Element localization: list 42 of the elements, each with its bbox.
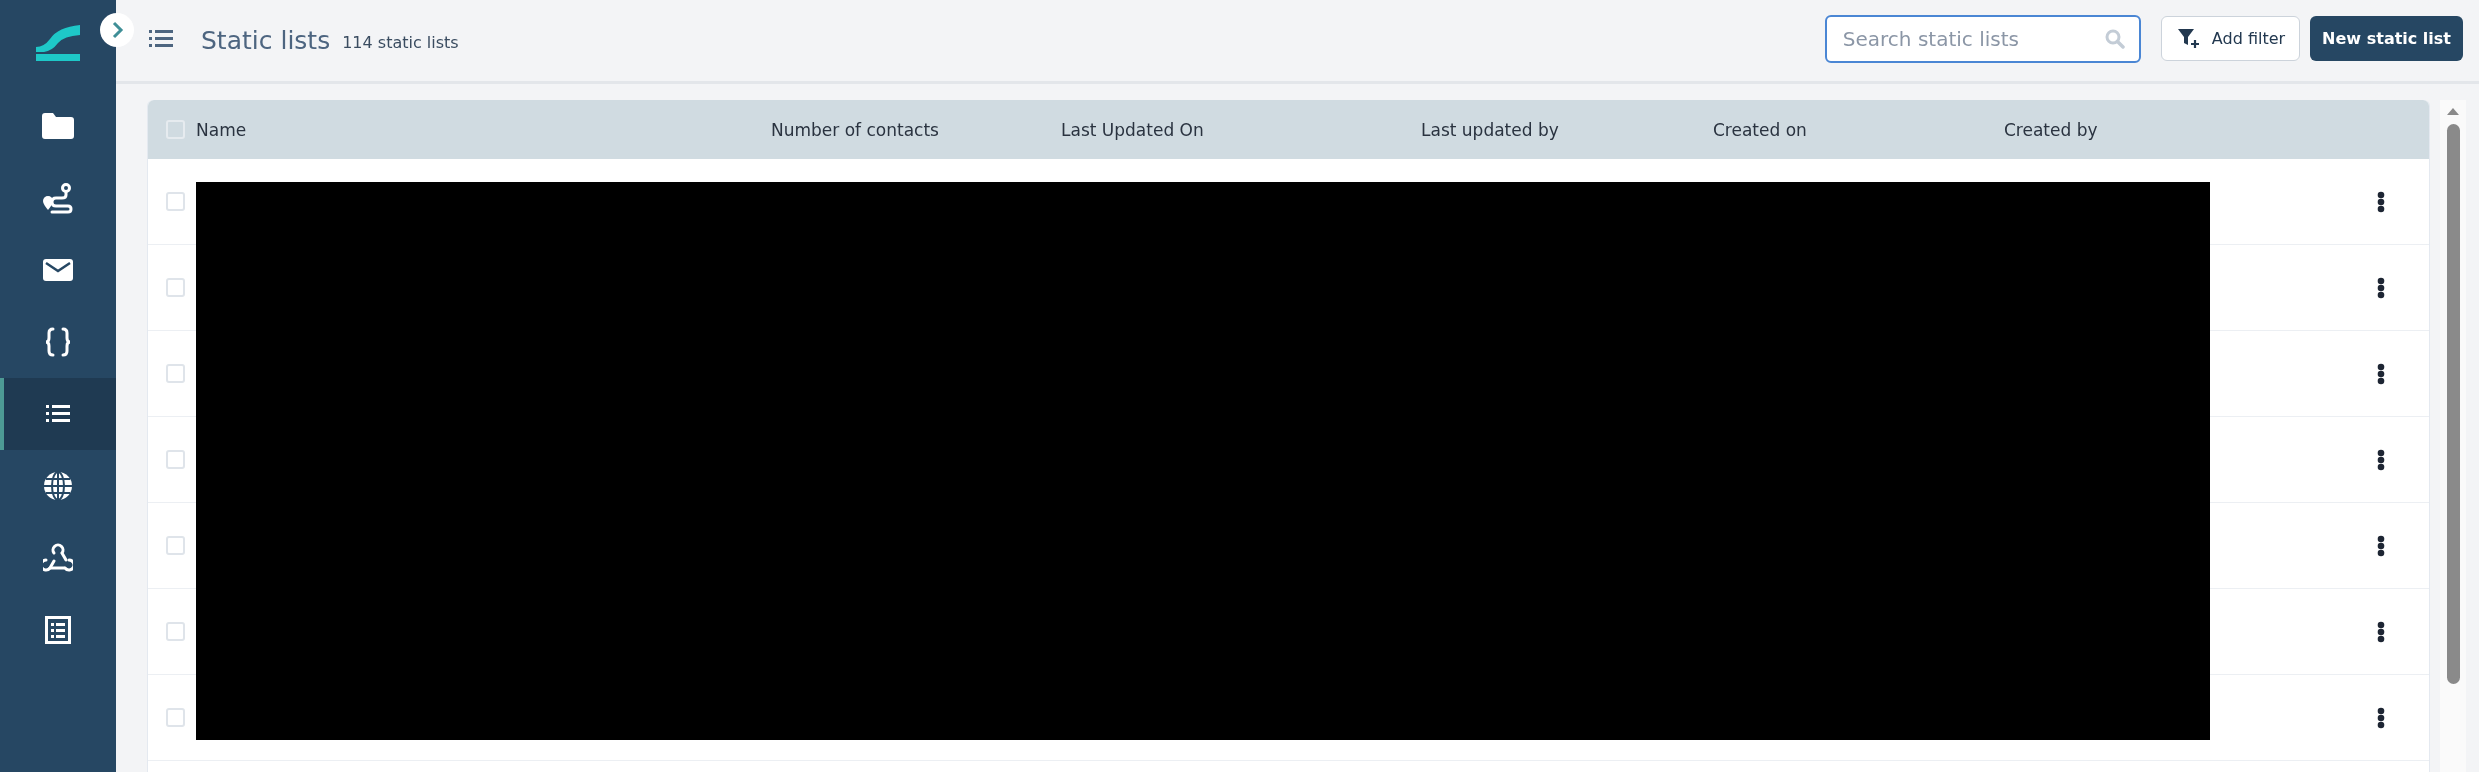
scrollbar[interactable] [2440, 100, 2466, 772]
more-options-icon[interactable] [2377, 190, 2385, 213]
row-checkbox[interactable] [165, 536, 185, 555]
chevron-icon [112, 21, 124, 39]
scroll-up-icon[interactable] [2445, 106, 2461, 116]
logo-icon[interactable] [36, 25, 80, 61]
form-icon [45, 616, 71, 644]
search-field[interactable]: Search static lists [1824, 14, 2141, 63]
column-header[interactable]: Created on [1713, 119, 2004, 140]
webhook-icon [43, 543, 73, 573]
list-count: 114 static lists [342, 33, 459, 52]
row-checkbox[interactable] [165, 708, 185, 727]
expand-sidebar-button[interactable] [100, 13, 134, 47]
more-options-icon[interactable] [2377, 448, 2385, 471]
column-header[interactable]: Last updated by [1421, 119, 1713, 140]
row-checkbox[interactable] [165, 278, 185, 297]
globe-icon [43, 471, 73, 501]
row-checkbox[interactable] [165, 364, 185, 383]
braces-icon [44, 327, 72, 357]
more-options-icon[interactable] [2377, 362, 2385, 385]
mail-icon [43, 259, 73, 281]
filter-plus-icon [2177, 28, 2200, 49]
list-icon [46, 405, 70, 423]
column-header[interactable]: Name [196, 119, 771, 140]
column-header[interactable]: Created by [2004, 119, 2301, 140]
nav-item[interactable] [0, 378, 116, 450]
column-header[interactable]: Last Updated On [1061, 119, 1421, 140]
new-static-list-button[interactable]: New static list [2310, 16, 2463, 61]
route-icon [42, 182, 74, 214]
search-icon [2104, 28, 2125, 49]
row-checkbox[interactable] [165, 622, 185, 641]
more-options-icon[interactable] [2377, 276, 2385, 299]
page-title: Static lists [201, 26, 331, 55]
folder-icon [42, 113, 74, 139]
add-filter-button[interactable]: Add filter [2160, 16, 2301, 61]
more-options-icon[interactable] [2377, 620, 2385, 643]
column-header[interactable]: Number of contacts [771, 119, 1061, 140]
more-options-icon[interactable] [2377, 534, 2385, 557]
row-checkbox[interactable] [165, 192, 185, 211]
more-options-icon[interactable] [2377, 706, 2385, 729]
row-checkbox[interactable] [165, 450, 185, 469]
list-icon [149, 30, 173, 47]
